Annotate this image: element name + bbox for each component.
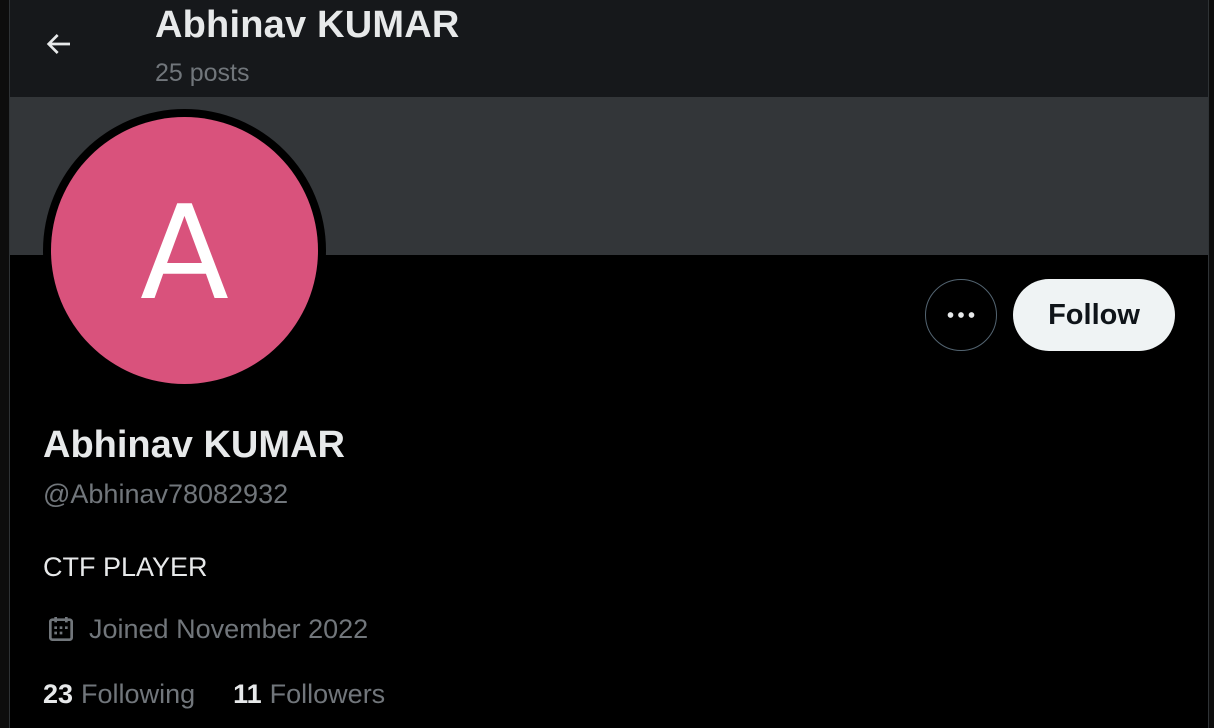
header-title: Abhinav KUMAR: [155, 4, 460, 46]
back-button[interactable]: [38, 24, 78, 64]
arrow-left-icon: [46, 34, 70, 54]
followers-label: Followers: [269, 679, 386, 709]
more-horizontal-icon: [947, 312, 975, 318]
user-handle: @Abhinav78082932: [43, 479, 289, 509]
display-name: Abhinav KUMAR: [43, 424, 345, 466]
right-column-border: [1208, 0, 1214, 728]
follow-stats: 23 Following 11 Followers: [43, 679, 423, 710]
more-options-button[interactable]: [925, 279, 997, 351]
profile-bio: CTF PLAYER: [43, 552, 208, 582]
following-link[interactable]: 23 Following: [43, 679, 195, 710]
following-count: 23: [43, 679, 74, 709]
follow-button[interactable]: Follow: [1013, 279, 1175, 351]
profile-page: Abhinav KUMAR 25 posts A Follow Abhinav …: [0, 0, 1214, 728]
followers-count: 11: [233, 679, 262, 709]
joined-text: Joined November 2022: [89, 613, 369, 644]
following-label: Following: [81, 679, 196, 709]
posts-count: 25 posts: [155, 59, 250, 87]
avatar[interactable]: A: [51, 117, 318, 384]
avatar-letter: A: [140, 176, 229, 329]
calendar-icon: [49, 617, 73, 641]
profile-header: Abhinav KUMAR 25 posts: [10, 0, 1208, 97]
left-column-border: [0, 0, 10, 728]
followers-link[interactable]: 11 Followers: [233, 679, 385, 710]
joined-date: Joined November 2022: [45, 613, 368, 645]
